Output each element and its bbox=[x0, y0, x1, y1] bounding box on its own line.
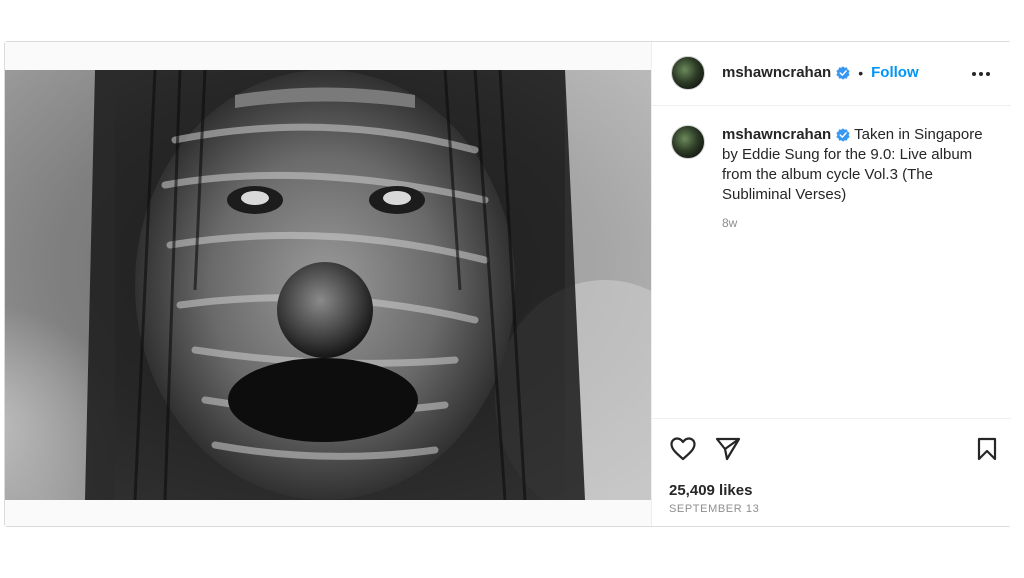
separator-dot: • bbox=[858, 64, 864, 81]
caption-timestamp[interactable]: 8w bbox=[722, 213, 997, 233]
verified-badge-icon bbox=[836, 128, 850, 142]
header-user-row: mshawncrahan • Follow bbox=[722, 64, 919, 81]
more-options-icon[interactable] bbox=[971, 64, 991, 84]
caption-username[interactable]: mshawncrahan bbox=[722, 126, 831, 143]
avatar[interactable] bbox=[671, 56, 705, 90]
clown-mask-photo bbox=[5, 70, 651, 500]
heart-icon[interactable] bbox=[670, 437, 696, 466]
caption-body: mshawncrahan Taken in Singapore by Eddie… bbox=[722, 125, 997, 233]
likes-count[interactable]: 25,409 likes bbox=[669, 482, 752, 499]
username-link[interactable]: mshawncrahan bbox=[722, 64, 831, 81]
caption-avatar[interactable] bbox=[671, 125, 705, 159]
post-header: mshawncrahan • Follow bbox=[652, 42, 1011, 106]
follow-button[interactable]: Follow bbox=[871, 64, 919, 81]
post-photo[interactable] bbox=[5, 70, 651, 500]
bookmark-icon[interactable] bbox=[977, 437, 997, 466]
paper-plane-icon[interactable] bbox=[715, 437, 741, 466]
post-side-panel: mshawncrahan • Follow mshawncrahan Taken… bbox=[651, 42, 1011, 526]
post-media bbox=[5, 42, 651, 526]
post-actions: 25,409 likes SEPTEMBER 13 bbox=[652, 418, 1011, 527]
verified-badge-icon bbox=[836, 65, 850, 80]
post-date[interactable]: SEPTEMBER 13 bbox=[669, 503, 759, 515]
instagram-post: mshawncrahan • Follow mshawncrahan Taken… bbox=[4, 41, 1011, 527]
